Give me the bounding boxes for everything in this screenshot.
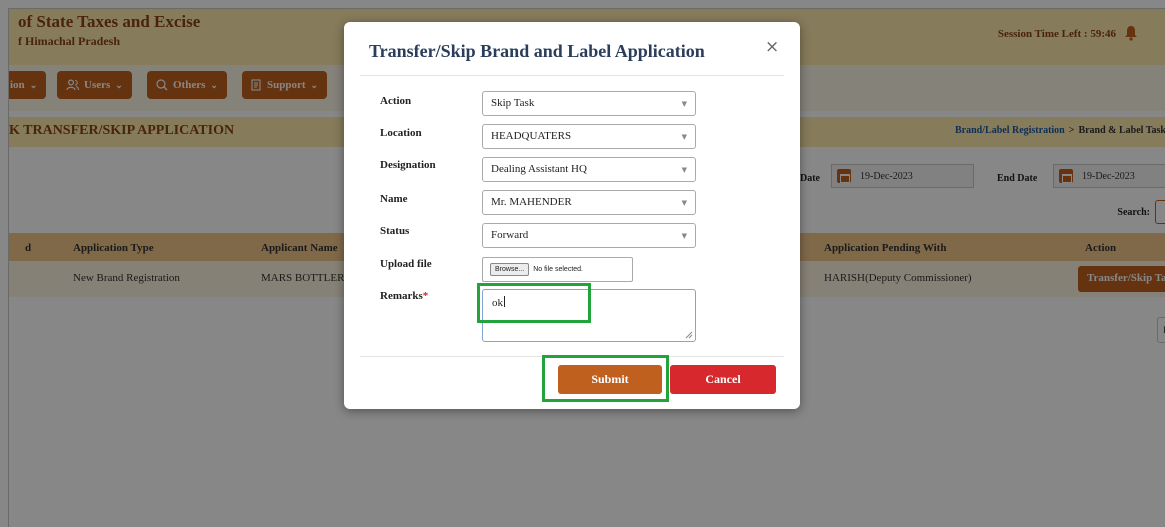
designation-label: Designation [380, 159, 436, 171]
file-status-text: No file selected. [533, 266, 583, 273]
remarks-label-text: Remarks [380, 290, 423, 302]
name-select[interactable]: Mr. MAHENDER ▼ [482, 190, 696, 215]
action-select[interactable]: Skip Task ▼ [482, 91, 696, 116]
submit-highlight-box [542, 355, 669, 402]
location-select[interactable]: HEADQUATERS ▼ [482, 124, 696, 149]
resize-handle-icon[interactable] [684, 330, 693, 339]
remarks-highlight-box [477, 283, 591, 323]
close-icon[interactable]: × [765, 39, 779, 56]
chevron-down-icon: ▼ [681, 199, 687, 207]
browse-button[interactable]: Browse... [490, 263, 530, 276]
chevron-down-icon: ▼ [681, 166, 687, 174]
name-value: Mr. MAHENDER [491, 196, 572, 208]
status-select[interactable]: Forward ▼ [482, 223, 696, 248]
file-upload-input[interactable]: Browse... No file selected. [482, 257, 633, 282]
transfer-skip-dialog: Transfer/Skip Brand and Label Applicatio… [344, 22, 800, 409]
location-value: HEADQUATERS [491, 130, 572, 142]
chevron-down-icon: ▼ [681, 133, 687, 141]
designation-value: Dealing Assistant HQ [491, 163, 587, 175]
chevron-down-icon: ▼ [681, 100, 687, 108]
required-marker: * [422, 290, 429, 302]
action-label: Action [380, 95, 412, 107]
name-label: Name [380, 193, 408, 205]
location-label: Location [380, 127, 422, 139]
chevron-down-icon: ▼ [681, 232, 687, 240]
status-label: Status [380, 225, 410, 237]
remarks-label: Remarks* [380, 290, 428, 302]
cancel-button[interactable]: Cancel [670, 365, 776, 394]
action-value: Skip Task [491, 97, 535, 109]
upload-file-label: Upload file [380, 258, 432, 270]
dialog-divider [360, 75, 784, 76]
status-value: Forward [491, 229, 529, 241]
designation-select[interactable]: Dealing Assistant HQ ▼ [482, 157, 696, 182]
dialog-title: Transfer/Skip Brand and Label Applicatio… [369, 41, 705, 61]
